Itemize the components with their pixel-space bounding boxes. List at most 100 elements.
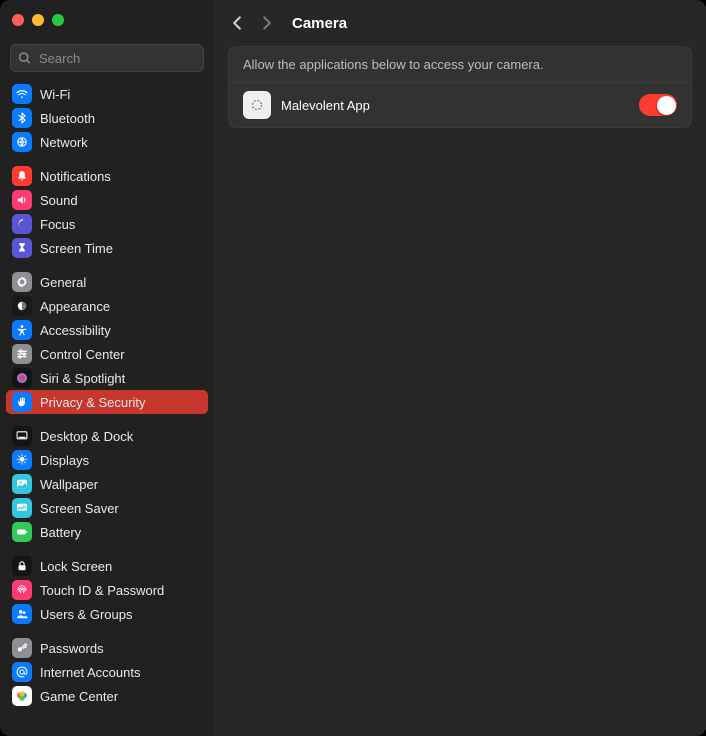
sidebar-item-label: Displays (40, 453, 89, 468)
sidebar-item-label: Internet Accounts (40, 665, 140, 680)
screensaver-icon (12, 498, 32, 518)
maximize-window-button[interactable] (52, 14, 64, 26)
wallpaper-icon (12, 474, 32, 494)
sidebar-group: Passwords Internet Accounts Game Center (6, 636, 208, 708)
sidebar-item-displays[interactable]: Displays (6, 448, 208, 472)
users-icon (12, 604, 32, 624)
window-controls (0, 0, 214, 40)
sliders-icon (12, 344, 32, 364)
sidebar-item-label: Passwords (40, 641, 104, 656)
hourglass-icon (12, 238, 32, 258)
toolbar: Camera (214, 0, 706, 46)
sidebar-group: Wi-Fi Bluetooth Network (6, 82, 208, 154)
sidebar-item-notifications[interactable]: Notifications (6, 164, 208, 188)
moon-icon (12, 214, 32, 234)
sidebar-item-lock-screen[interactable]: Lock Screen (6, 554, 208, 578)
toggle-knob (657, 96, 676, 115)
page-title: Camera (292, 15, 347, 32)
key-icon (12, 638, 32, 658)
gear-icon (12, 272, 32, 292)
sidebar-item-battery[interactable]: Battery (6, 520, 208, 544)
appearance-icon (12, 296, 32, 316)
hand-icon (12, 392, 32, 412)
sidebar-item-siri[interactable]: Siri & Spotlight (6, 366, 208, 390)
sidebar-item-focus[interactable]: Focus (6, 212, 208, 236)
sidebar-item-general[interactable]: General (6, 270, 208, 294)
sidebar: Wi-Fi Bluetooth Network Notifications Sound F… (0, 0, 214, 736)
sidebar-item-screen-saver[interactable]: Screen Saver (6, 496, 208, 520)
sidebar-group: Notifications Sound Focus Screen Time (6, 164, 208, 260)
gamecenter-icon (12, 686, 32, 706)
sidebar-item-touch-id[interactable]: Touch ID & Password (6, 578, 208, 602)
sidebar-item-label: Notifications (40, 169, 111, 184)
main-panel-container: Allow the applications below to access y… (214, 46, 706, 128)
app-icon (243, 91, 271, 119)
search-icon (18, 52, 31, 65)
sidebar-item-label: Sound (40, 193, 78, 208)
sidebar-item-passwords[interactable]: Passwords (6, 636, 208, 660)
sidebar-item-label: Touch ID & Password (40, 583, 164, 598)
content-area: Camera Allow the applications below to a… (214, 0, 706, 736)
sidebar-item-accessibility[interactable]: Accessibility (6, 318, 208, 342)
sidebar-item-label: Siri & Spotlight (40, 371, 125, 386)
sidebar-item-privacy[interactable]: Privacy & Security (6, 390, 208, 414)
sidebar-item-bluetooth[interactable]: Bluetooth (6, 106, 208, 130)
sidebar-item-desktop-dock[interactable]: Desktop & Dock (6, 424, 208, 448)
sound-icon (12, 190, 32, 210)
display-icon (12, 450, 32, 470)
minimize-window-button[interactable] (32, 14, 44, 26)
sidebar-item-label: Users & Groups (40, 607, 132, 622)
forward-button[interactable] (258, 14, 276, 32)
sidebar-item-label: Lock Screen (40, 559, 112, 574)
sidebar-item-sound[interactable]: Sound (6, 188, 208, 212)
sidebar-item-label: Desktop & Dock (40, 429, 133, 444)
sidebar-item-internet-accounts[interactable]: Internet Accounts (6, 660, 208, 684)
sidebar-item-appearance[interactable]: Appearance (6, 294, 208, 318)
sidebar-group: General Appearance Accessibility Control Ce… (6, 270, 208, 414)
sidebar-item-label: Wi-Fi (40, 87, 70, 102)
sidebar-nav: Wi-Fi Bluetooth Network Notifications Sound F… (0, 82, 214, 736)
search-input[interactable] (10, 44, 204, 72)
sidebar-item-label: Privacy & Security (40, 395, 145, 410)
app-permission-row: Malevolent App (229, 83, 691, 127)
sidebar-group: Lock Screen Touch ID & Password Users & Gr… (6, 554, 208, 626)
panel-description: Allow the applications below to access y… (229, 47, 691, 83)
battery-icon (12, 522, 32, 542)
sidebar-item-label: Control Center (40, 347, 125, 362)
sidebar-item-wallpaper[interactable]: Wallpaper (6, 472, 208, 496)
sidebar-item-users-groups[interactable]: Users & Groups (6, 602, 208, 626)
accessibility-icon (12, 320, 32, 340)
permission-toggle[interactable] (639, 94, 677, 116)
sidebar-item-wifi[interactable]: Wi-Fi (6, 82, 208, 106)
sidebar-item-label: General (40, 275, 86, 290)
sidebar-item-game-center[interactable]: Game Center (6, 684, 208, 708)
app-name-label: Malevolent App (281, 98, 629, 113)
bluetooth-icon (12, 108, 32, 128)
sidebar-item-label: Screen Time (40, 241, 113, 256)
search-container (0, 40, 214, 82)
camera-permissions-panel: Allow the applications below to access y… (228, 46, 692, 128)
sidebar-item-control-center[interactable]: Control Center (6, 342, 208, 366)
sidebar-item-label: Accessibility (40, 323, 111, 338)
back-button[interactable] (228, 14, 246, 32)
bell-icon (12, 166, 32, 186)
sidebar-item-label: Screen Saver (40, 501, 119, 516)
sidebar-item-label: Bluetooth (40, 111, 95, 126)
at-icon (12, 662, 32, 682)
sidebar-item-label: Game Center (40, 689, 118, 704)
network-icon (12, 132, 32, 152)
sidebar-item-label: Network (40, 135, 88, 150)
lock-icon (12, 556, 32, 576)
sidebar-item-label: Battery (40, 525, 81, 540)
sidebar-item-screen-time[interactable]: Screen Time (6, 236, 208, 260)
sidebar-item-label: Appearance (40, 299, 110, 314)
wifi-icon (12, 84, 32, 104)
fingerprint-icon (12, 580, 32, 600)
close-window-button[interactable] (12, 14, 24, 26)
sidebar-group: Desktop & Dock Displays Wallpaper Screen Sa… (6, 424, 208, 544)
sidebar-item-label: Focus (40, 217, 75, 232)
system-settings-window: Wi-Fi Bluetooth Network Notifications Sound F… (0, 0, 706, 736)
siri-icon (12, 368, 32, 388)
sidebar-item-network[interactable]: Network (6, 130, 208, 154)
dock-icon (12, 426, 32, 446)
